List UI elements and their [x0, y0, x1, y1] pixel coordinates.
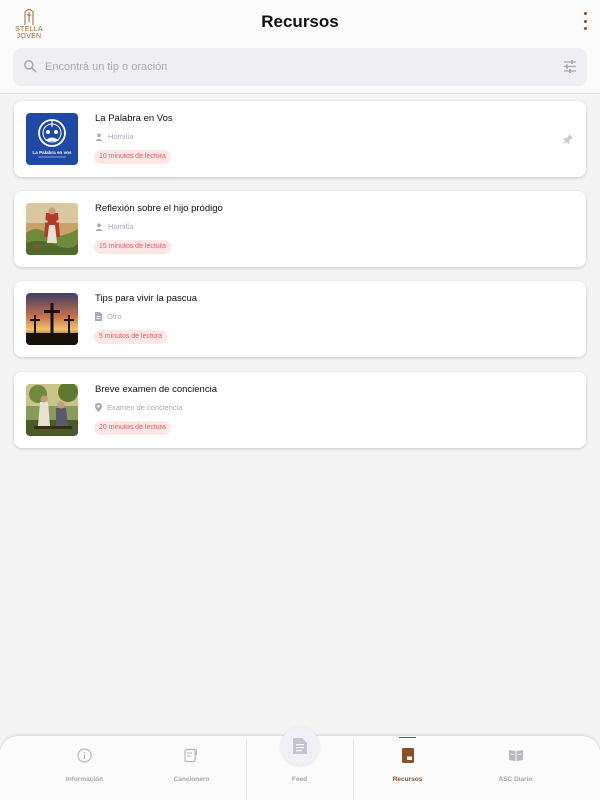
- resource-type-label: Homilía: [108, 222, 134, 231]
- book-icon: [401, 747, 414, 763]
- app-header: STELLA JOVEN Recursos: [0, 0, 600, 94]
- read-time-badge: 10 minutos de lectura: [94, 150, 171, 164]
- document-icon: [95, 312, 102, 321]
- tab-label: Cancionero: [173, 776, 210, 783]
- open-book-icon: [508, 749, 523, 761]
- resource-card[interactable]: Tips para vivir la pascua Otro 5 minutos…: [14, 281, 586, 357]
- person-icon: [95, 222, 103, 231]
- resource-type: Homilía: [95, 222, 133, 231]
- resource-type-label: Examen de conciencia: [107, 403, 183, 412]
- resource-card[interactable]: Reflexión sobre el hijo pródigo Homilía …: [14, 191, 586, 267]
- tab-recursos[interactable]: Recursos: [354, 736, 461, 800]
- tab-informacion[interactable]: Información: [31, 736, 138, 800]
- resource-title: Breve examen de conciencia: [95, 384, 217, 395]
- songbook-icon: [184, 748, 197, 762]
- pin-icon[interactable]: [562, 133, 574, 145]
- resource-type: Examen de conciencia: [95, 403, 182, 412]
- tab-label: Feed: [291, 776, 308, 783]
- search-input[interactable]: [45, 48, 545, 86]
- person-icon: [95, 132, 103, 141]
- logo-text-line-2: JOVEN: [16, 33, 42, 40]
- more-options-button[interactable]: [580, 12, 590, 30]
- read-time-badge: 15 minutos de lectura: [94, 240, 171, 254]
- tab-label: ASC Diario: [498, 776, 533, 783]
- read-time-badge: 5 minutos de lectura: [94, 330, 168, 344]
- resource-type: Otro: [95, 312, 122, 321]
- feed-button[interactable]: [281, 727, 319, 765]
- thumbnail-caption: La Palabra en vos: [32, 150, 72, 155]
- more-vertical-icon-dot: [583, 27, 587, 30]
- resource-title: La Palabra en Vos: [95, 113, 173, 124]
- page-title: Recursos: [261, 12, 339, 31]
- resource-type: Homilía: [95, 132, 133, 141]
- tab-divider: [246, 740, 247, 800]
- tune-icon[interactable]: [563, 60, 577, 73]
- resource-title: Tips para vivir la pascua: [95, 293, 198, 304]
- resource-thumbnail: La Palabra en vos: [26, 113, 78, 165]
- tab-asc-diario[interactable]: ASC Diario: [462, 736, 569, 800]
- read-time-badge: 20 minutos de lectura: [94, 421, 171, 435]
- search-icon: [24, 60, 37, 73]
- tab-label: Información: [65, 776, 104, 783]
- search-bar: [13, 48, 587, 86]
- resource-type-label: Homilía: [108, 132, 134, 141]
- resource-thumbnail: [26, 384, 78, 436]
- resource-card[interactable]: Breve examen de conciencia Examen de con…: [14, 372, 586, 448]
- more-vertical-icon-dot: [583, 19, 587, 23]
- more-vertical-icon: [583, 12, 587, 15]
- resource-thumbnail: [26, 203, 78, 255]
- resource-thumbnail: [26, 293, 78, 345]
- resource-title: Reflexión sobre el hijo pródigo: [95, 203, 223, 214]
- tab-divider: [353, 740, 354, 800]
- tab-label: Recursos: [392, 776, 423, 783]
- info-icon: [77, 747, 92, 763]
- location-pin-icon: [95, 403, 102, 412]
- resource-card[interactable]: La Palabra en vos La Palabra en Vos Homi…: [14, 101, 586, 177]
- resource-type-label: Otro: [107, 312, 122, 321]
- feed-icon: [293, 738, 307, 754]
- tab-cancionero[interactable]: Cancionero: [138, 736, 245, 800]
